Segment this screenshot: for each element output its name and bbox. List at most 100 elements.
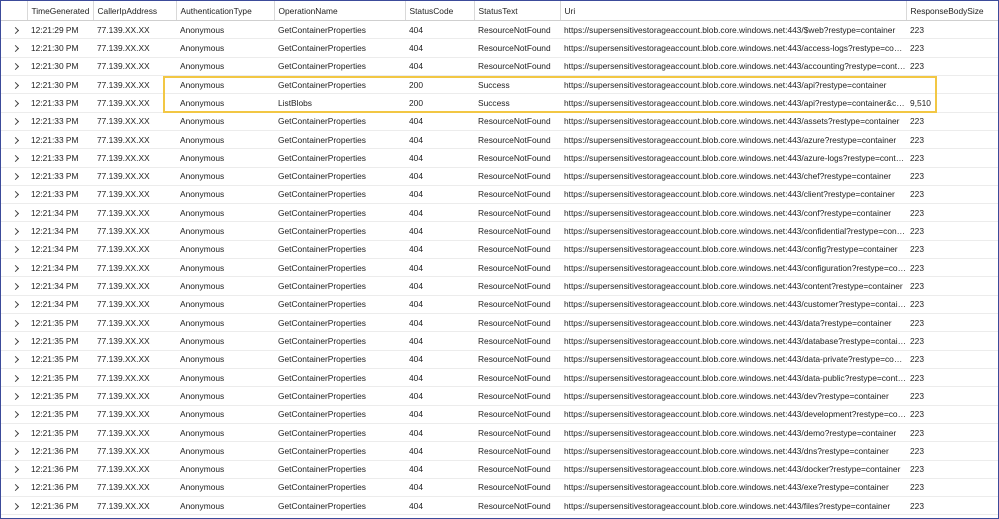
cell-statuscode: 200 xyxy=(405,75,474,95)
cell-responsebodysize: 223 xyxy=(906,405,998,424)
table-row[interactable]: 12:21:35 PM 77.139.XX.XX Anonymous GetConta… xyxy=(1,423,998,443)
cell-authenticationtype: Anonymous xyxy=(176,38,274,58)
table-row[interactable]: 12:21:35 PM 77.139.XX.XX Anonymous GetConta… xyxy=(1,331,998,351)
expand-row-button[interactable] xyxy=(1,368,27,388)
chevron-right-icon xyxy=(11,392,19,400)
column-header-responsebodysize[interactable]: ResponseBodySize xyxy=(906,1,998,21)
expand-row-button[interactable] xyxy=(1,441,27,461)
cell-uri: https://supersensitivestorageaccount.blo… xyxy=(560,130,906,150)
expand-row-button[interactable] xyxy=(1,295,27,315)
expand-row-button[interactable] xyxy=(1,386,27,406)
table-row[interactable]: 12:21:36 PM 77.139.XX.XX Anonymous GetConta… xyxy=(1,478,998,498)
expand-row-button[interactable] xyxy=(1,185,27,205)
cell-operationname: GetContainerProperties xyxy=(274,240,405,260)
expand-row-button[interactable] xyxy=(1,130,27,150)
table-row[interactable]: 12:21:34 PM 77.139.XX.XX Anonymous GetConta… xyxy=(1,203,998,223)
table-row[interactable]: 12:21:33 PM 77.139.XX.XX Anonymous ListBlob… xyxy=(1,93,998,113)
table-row[interactable]: 12:21:36 PM 77.139.XX.XX Anonymous GetConta… xyxy=(1,496,998,516)
chevron-right-icon xyxy=(11,81,19,89)
column-header-uri[interactable]: Uri xyxy=(560,1,907,21)
table-row[interactable]: 12:21:34 PM 77.139.XX.XX Anonymous GetConta… xyxy=(1,258,998,278)
cell-authenticationtype: Anonymous xyxy=(176,386,274,406)
cell-statuscode: 404 xyxy=(405,112,474,131)
results-table: TimeGenerated CallerIpAddress Authentica… xyxy=(1,1,998,516)
cell-timegenerated: 12:21:33 PM xyxy=(27,148,93,168)
expand-row-button[interactable] xyxy=(1,221,27,241)
cell-uri: https://supersensitivestorageaccount.blo… xyxy=(560,203,906,223)
table-row[interactable]: 12:21:33 PM 77.139.XX.XX Anonymous GetConta… xyxy=(1,148,998,168)
expand-row-button[interactable] xyxy=(1,57,27,76)
cell-statustext: ResourceNotFound xyxy=(474,313,560,333)
expand-row-button[interactable] xyxy=(1,258,27,278)
table-row[interactable]: 12:21:35 PM 77.139.XX.XX Anonymous GetConta… xyxy=(1,313,998,333)
cell-statustext: ResourceNotFound xyxy=(474,405,560,424)
table-row[interactable]: 12:21:30 PM 77.139.XX.XX Anonymous GetConta… xyxy=(1,75,998,95)
cell-authenticationtype: Anonymous xyxy=(176,350,274,369)
cell-timegenerated: 12:21:34 PM xyxy=(27,240,93,260)
cell-statuscode: 404 xyxy=(405,405,474,424)
expand-row-button[interactable] xyxy=(1,240,27,260)
table-row[interactable]: 12:21:33 PM 77.139.XX.XX Anonymous GetConta… xyxy=(1,130,998,150)
cell-operationname: GetContainerProperties xyxy=(274,148,405,168)
cell-responsebodysize: 223 xyxy=(906,276,998,296)
chevron-right-icon xyxy=(11,191,19,199)
cell-statuscode: 404 xyxy=(405,38,474,58)
cell-statustext: ResourceNotFound xyxy=(474,386,560,406)
expand-row-button[interactable] xyxy=(1,112,27,131)
table-row[interactable]: 12:21:33 PM 77.139.XX.XX Anonymous GetConta… xyxy=(1,112,998,131)
expand-row-button[interactable] xyxy=(1,167,27,186)
expand-row-button[interactable] xyxy=(1,276,27,296)
expand-row-button[interactable] xyxy=(1,203,27,223)
cell-operationname: GetContainerProperties xyxy=(274,112,405,131)
expand-row-button[interactable] xyxy=(1,148,27,168)
cell-timegenerated: 12:21:34 PM xyxy=(27,276,93,296)
expand-row-button[interactable] xyxy=(1,423,27,443)
expand-row-button[interactable] xyxy=(1,331,27,351)
table-row[interactable]: 12:21:33 PM 77.139.XX.XX Anonymous GetConta… xyxy=(1,167,998,186)
expand-row-button[interactable] xyxy=(1,38,27,58)
table-row[interactable]: 12:21:36 PM 77.139.XX.XX Anonymous GetConta… xyxy=(1,460,998,479)
cell-timegenerated: 12:21:35 PM xyxy=(27,313,93,333)
expand-row-button[interactable] xyxy=(1,93,27,113)
column-header-statuscode[interactable]: StatusCode xyxy=(405,1,475,21)
expand-row-button[interactable] xyxy=(1,460,27,479)
expand-row-button[interactable] xyxy=(1,478,27,498)
table-row[interactable]: 12:21:34 PM 77.139.XX.XX Anonymous GetConta… xyxy=(1,221,998,241)
chevron-right-icon xyxy=(11,44,19,53)
table-row[interactable]: 12:21:30 PM 77.139.XX.XX Anonymous GetConta… xyxy=(1,57,998,76)
table-row[interactable]: 12:21:34 PM 77.139.XX.XX Anonymous GetConta… xyxy=(1,240,998,260)
table-row[interactable]: 12:21:34 PM 77.139.XX.XX Anonymous GetConta… xyxy=(1,276,998,296)
expand-row-button[interactable] xyxy=(1,496,27,516)
table-row[interactable]: 12:21:29 PM 77.139.XX.XX Anonymous GetConta… xyxy=(1,20,998,40)
cell-statustext: ResourceNotFound xyxy=(474,350,560,369)
table-row[interactable]: 12:21:33 PM 77.139.XX.XX Anonymous GetConta… xyxy=(1,185,998,205)
column-header-operationname[interactable]: OperationName xyxy=(274,1,406,21)
cell-authenticationtype: Anonymous xyxy=(176,478,274,498)
expand-row-button[interactable] xyxy=(1,75,27,95)
table-row[interactable]: 12:21:35 PM 77.139.XX.XX Anonymous GetConta… xyxy=(1,350,998,369)
column-header-authenticationtype[interactable]: AuthenticationType xyxy=(176,1,275,21)
column-header-statustext[interactable]: StatusText xyxy=(474,1,561,21)
chevron-right-icon xyxy=(11,319,19,327)
table-row[interactable]: 12:21:35 PM 77.139.XX.XX Anonymous GetConta… xyxy=(1,386,998,406)
chevron-right-icon xyxy=(11,228,19,236)
cell-uri: https://supersensitivestorageaccount.blo… xyxy=(560,258,906,278)
table-row[interactable]: 12:21:35 PM 77.139.XX.XX Anonymous GetConta… xyxy=(1,405,998,424)
chevron-right-icon xyxy=(11,173,19,181)
expand-row-button[interactable] xyxy=(1,313,27,333)
table-row[interactable]: 12:21:36 PM 77.139.XX.XX Anonymous GetConta… xyxy=(1,441,998,461)
column-header-calleripaddress[interactable]: CallerIpAddress xyxy=(93,1,177,21)
cell-calleripaddress: 77.139.XX.XX xyxy=(93,313,176,333)
expand-row-button[interactable] xyxy=(1,405,27,424)
cell-statuscode: 404 xyxy=(405,350,474,369)
cell-timegenerated: 12:21:35 PM xyxy=(27,386,93,406)
cell-operationname: GetContainerProperties xyxy=(274,496,405,516)
table-row[interactable]: 12:21:35 PM 77.139.XX.XX Anonymous GetConta… xyxy=(1,368,998,388)
expand-row-button[interactable] xyxy=(1,350,27,369)
table-row[interactable]: 12:21:30 PM 77.139.XX.XX Anonymous GetConta… xyxy=(1,38,998,58)
expand-row-button[interactable] xyxy=(1,20,27,40)
cell-calleripaddress: 77.139.XX.XX xyxy=(93,350,176,369)
cell-statustext: ResourceNotFound xyxy=(474,57,560,76)
column-header-timegenerated[interactable]: TimeGenerated xyxy=(27,1,94,21)
table-row[interactable]: 12:21:34 PM 77.139.XX.XX Anonymous GetConta… xyxy=(1,295,998,315)
